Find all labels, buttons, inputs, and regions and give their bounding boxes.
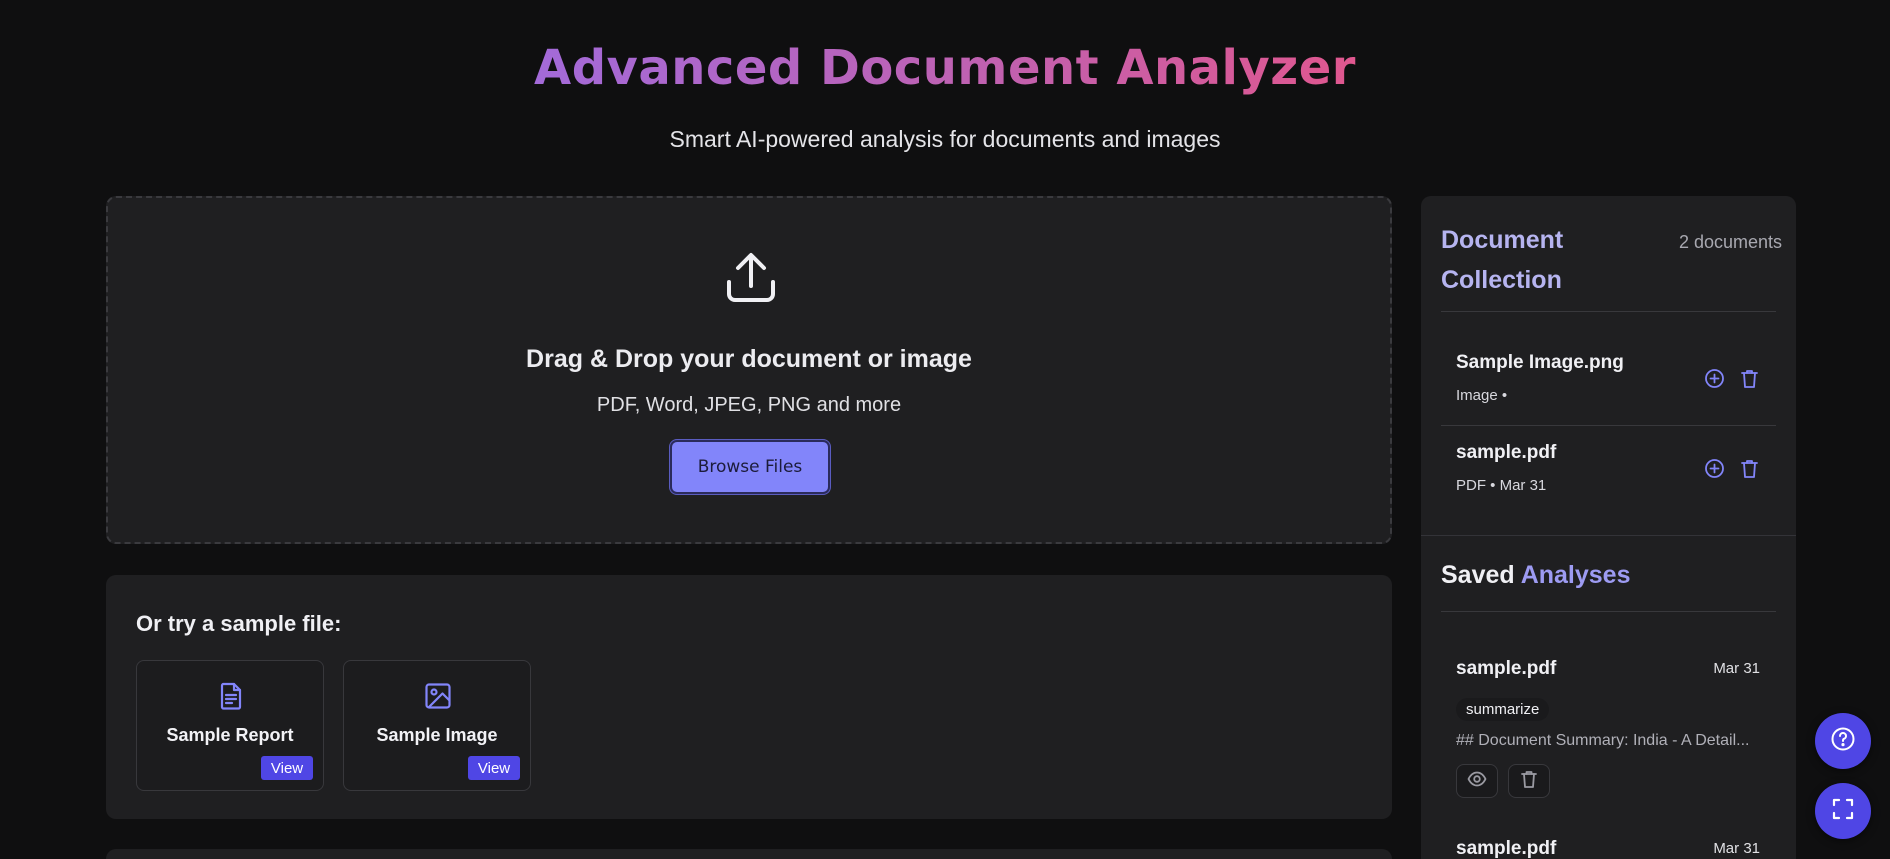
sample-report-card[interactable]: Sample Report View [136,660,324,791]
help-icon [1830,726,1856,757]
collection-title: Document Collection [1441,226,1564,294]
document-actions [1704,458,1760,479]
trash-icon[interactable] [1739,458,1760,479]
sample-report-view-button[interactable]: View [261,756,313,780]
sample-image-card[interactable]: Sample Image View [343,660,531,791]
collection-item[interactable]: Sample Image.png Image • [1441,336,1776,424]
analysis-name: sample.pdf [1456,658,1557,679]
trash-icon [1519,769,1539,794]
analysis-item[interactable]: sample.pdf Mar 31 [1441,838,1776,859]
saved-analyses-title: Saved Analyses [1441,561,1631,590]
document-actions [1704,368,1760,389]
saved-title-prefix: Saved [1441,561,1515,589]
saved-title-accent: Analyses [1520,561,1631,589]
divider [1441,311,1776,312]
browse-files-button[interactable]: Browse Files [670,440,830,494]
sample-image-label: Sample Image [376,725,498,745]
sample-files-panel: Or try a sample file: Sample Report View… [106,575,1392,819]
divider [1441,611,1776,612]
upload-icon [723,250,779,306]
analysis-name: sample.pdf [1456,838,1557,859]
section-divider [1421,535,1796,536]
analysis-date: Mar 31 [1713,840,1760,857]
document-meta: Image • [1456,387,1508,404]
page-subtitle: Smart AI-powered analysis for documents … [669,126,1221,152]
sample-files-title: Or try a sample file: [136,611,342,636]
analysis-date: Mar 31 [1713,660,1760,677]
document-meta: PDF • Mar 31 [1456,477,1547,494]
delete-analysis-button[interactable] [1508,764,1550,798]
lower-panel [106,849,1392,859]
analysis-type-tag: summarize [1456,698,1550,721]
upload-dropzone[interactable]: Drag & Drop your document or image PDF, … [106,196,1392,544]
sample-image-view-button[interactable]: View [468,756,520,780]
add-circle-icon[interactable] [1704,368,1725,389]
help-button[interactable] [1815,713,1871,769]
image-icon [423,681,453,711]
fullscreen-button[interactable] [1815,783,1871,839]
document-name: sample.pdf [1456,442,1557,463]
collection-item[interactable]: sample.pdf PDF • Mar 31 [1441,426,1776,514]
trash-icon[interactable] [1739,368,1760,389]
eye-icon [1467,769,1487,794]
sample-report-label: Sample Report [166,725,294,745]
document-name: Sample Image.png [1456,352,1624,373]
collection-count: 2 documents [1679,232,1783,252]
view-analysis-button[interactable] [1456,764,1498,798]
document-icon [216,681,246,711]
sidebar: Document Collection 2 documents Sample I… [1421,196,1796,859]
dropzone-title: Drag & Drop your document or image [526,345,972,373]
dropzone-formats: PDF, Word, JPEG, PNG and more [596,394,902,416]
fullscreen-icon [1830,796,1856,827]
add-circle-icon[interactable] [1704,458,1725,479]
analysis-preview: ## Document Summary: India - A Detail... [1456,732,1750,749]
page-title: Advanced Document Analyzer [534,40,1356,96]
analysis-item[interactable]: sample.pdf Mar 31 summarize ## Document … [1441,658,1776,808]
